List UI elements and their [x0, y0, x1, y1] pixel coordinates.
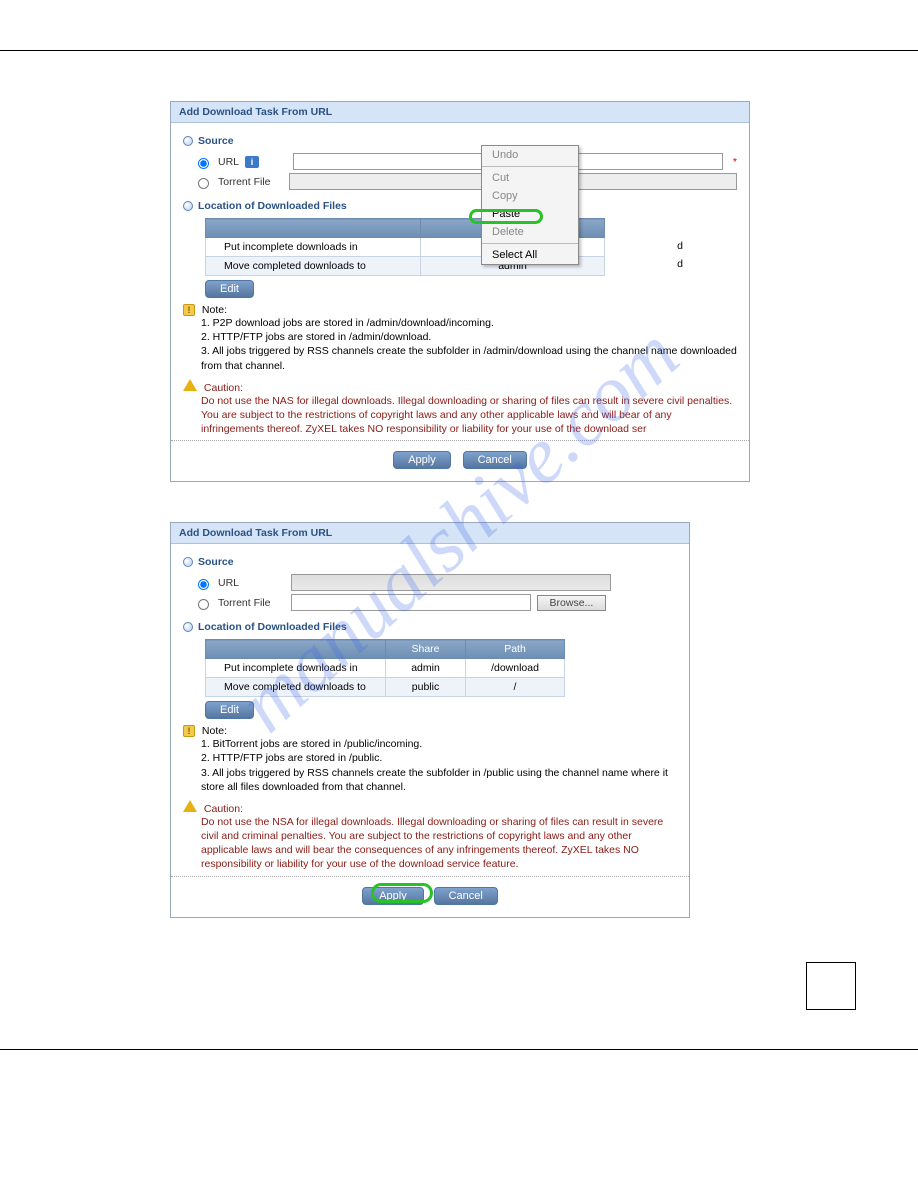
- edit-button[interactable]: Edit: [205, 280, 254, 298]
- context-menu: Undo Cut Copy Paste Delete Select All: [481, 145, 579, 265]
- section-source: Source: [183, 135, 737, 147]
- torrent-input[interactable]: [291, 594, 531, 611]
- url-radio[interactable]: [198, 579, 209, 590]
- note-text: 1. BitTorrent jobs are stored in /public…: [201, 737, 677, 794]
- dialog-add-task-2: Add Download Task From URL Source URL To…: [170, 522, 690, 917]
- page-number-box: [806, 962, 856, 1010]
- section-bullet-icon: [183, 201, 193, 211]
- torrent-radio[interactable]: [198, 178, 209, 189]
- row-path: /download: [466, 659, 565, 678]
- edit-button[interactable]: Edit: [205, 701, 254, 719]
- context-menu-item-copy[interactable]: Copy: [482, 187, 578, 205]
- note-label: Note:: [202, 725, 227, 737]
- caution-label: Caution:: [204, 803, 243, 815]
- caution-text: Do not use the NAS for illegal downloads…: [201, 394, 737, 437]
- th-blank: [206, 219, 421, 238]
- section-location: Location of Downloaded Files: [183, 621, 677, 633]
- url-label: URL: [218, 156, 239, 168]
- dialog-add-task-1: Add Download Task From URL Source URL i …: [170, 101, 750, 482]
- url-label: URL: [218, 577, 239, 589]
- section-location: Location of Downloaded Files: [183, 200, 737, 212]
- required-asterisk: *: [733, 156, 737, 168]
- note-icon: !: [183, 725, 195, 737]
- th-path: Path: [466, 640, 565, 659]
- highlight-circle-apply: [371, 883, 433, 903]
- source-heading: Source: [198, 556, 234, 568]
- section-bullet-icon: [183, 557, 193, 567]
- apply-button[interactable]: Apply: [393, 451, 451, 469]
- row-label: Put incomplete downloads in: [206, 659, 386, 678]
- note-text: 1. P2P download jobs are stored in /admi…: [201, 316, 737, 373]
- section-source: Source: [183, 556, 677, 568]
- row-label: Move completed downloads to: [206, 257, 421, 276]
- path-tail: d: [677, 258, 683, 270]
- warning-icon: [183, 800, 197, 812]
- note-icon: !: [183, 304, 195, 316]
- cancel-button[interactable]: Cancel: [434, 887, 498, 905]
- browse-button[interactable]: Browse...: [537, 595, 607, 611]
- info-icon[interactable]: i: [245, 156, 259, 168]
- url-radio[interactable]: [198, 158, 209, 169]
- location-table: Share Path Put incomplete downloads in a…: [205, 639, 565, 697]
- torrent-label: Torrent File: [218, 176, 271, 188]
- torrent-radio[interactable]: [198, 599, 209, 610]
- context-menu-item-delete[interactable]: Delete: [482, 223, 578, 241]
- note-label: Note:: [202, 304, 227, 316]
- highlight-circle-paste: [469, 209, 543, 224]
- location-heading: Location of Downloaded Files: [198, 200, 347, 212]
- context-menu-item-cut[interactable]: Cut: [482, 169, 578, 187]
- caution-text: Do not use the NSA for illegal downloads…: [201, 815, 677, 872]
- section-bullet-icon: [183, 622, 193, 632]
- row-share: admin: [386, 659, 466, 678]
- location-heading: Location of Downloaded Files: [198, 621, 347, 633]
- th-blank: [206, 640, 386, 659]
- dialog-title: Add Download Task From URL: [171, 102, 749, 123]
- url-input[interactable]: [291, 574, 611, 591]
- row-path: /: [466, 678, 565, 697]
- caution-label: Caution:: [204, 382, 243, 394]
- row-label: Put incomplete downloads in: [206, 238, 421, 257]
- path-tail: d: [677, 240, 683, 252]
- torrent-label: Torrent File: [218, 597, 271, 609]
- dialog-title: Add Download Task From URL: [171, 523, 689, 544]
- th-share: Share: [386, 640, 466, 659]
- cancel-button[interactable]: Cancel: [463, 451, 527, 469]
- warning-icon: [183, 379, 197, 391]
- context-menu-item-selectall[interactable]: Select All: [482, 246, 578, 264]
- source-heading: Source: [198, 135, 234, 147]
- row-label: Move completed downloads to: [206, 678, 386, 697]
- context-menu-item-undo[interactable]: Undo: [482, 146, 578, 164]
- row-share: public: [386, 678, 466, 697]
- section-bullet-icon: [183, 136, 193, 146]
